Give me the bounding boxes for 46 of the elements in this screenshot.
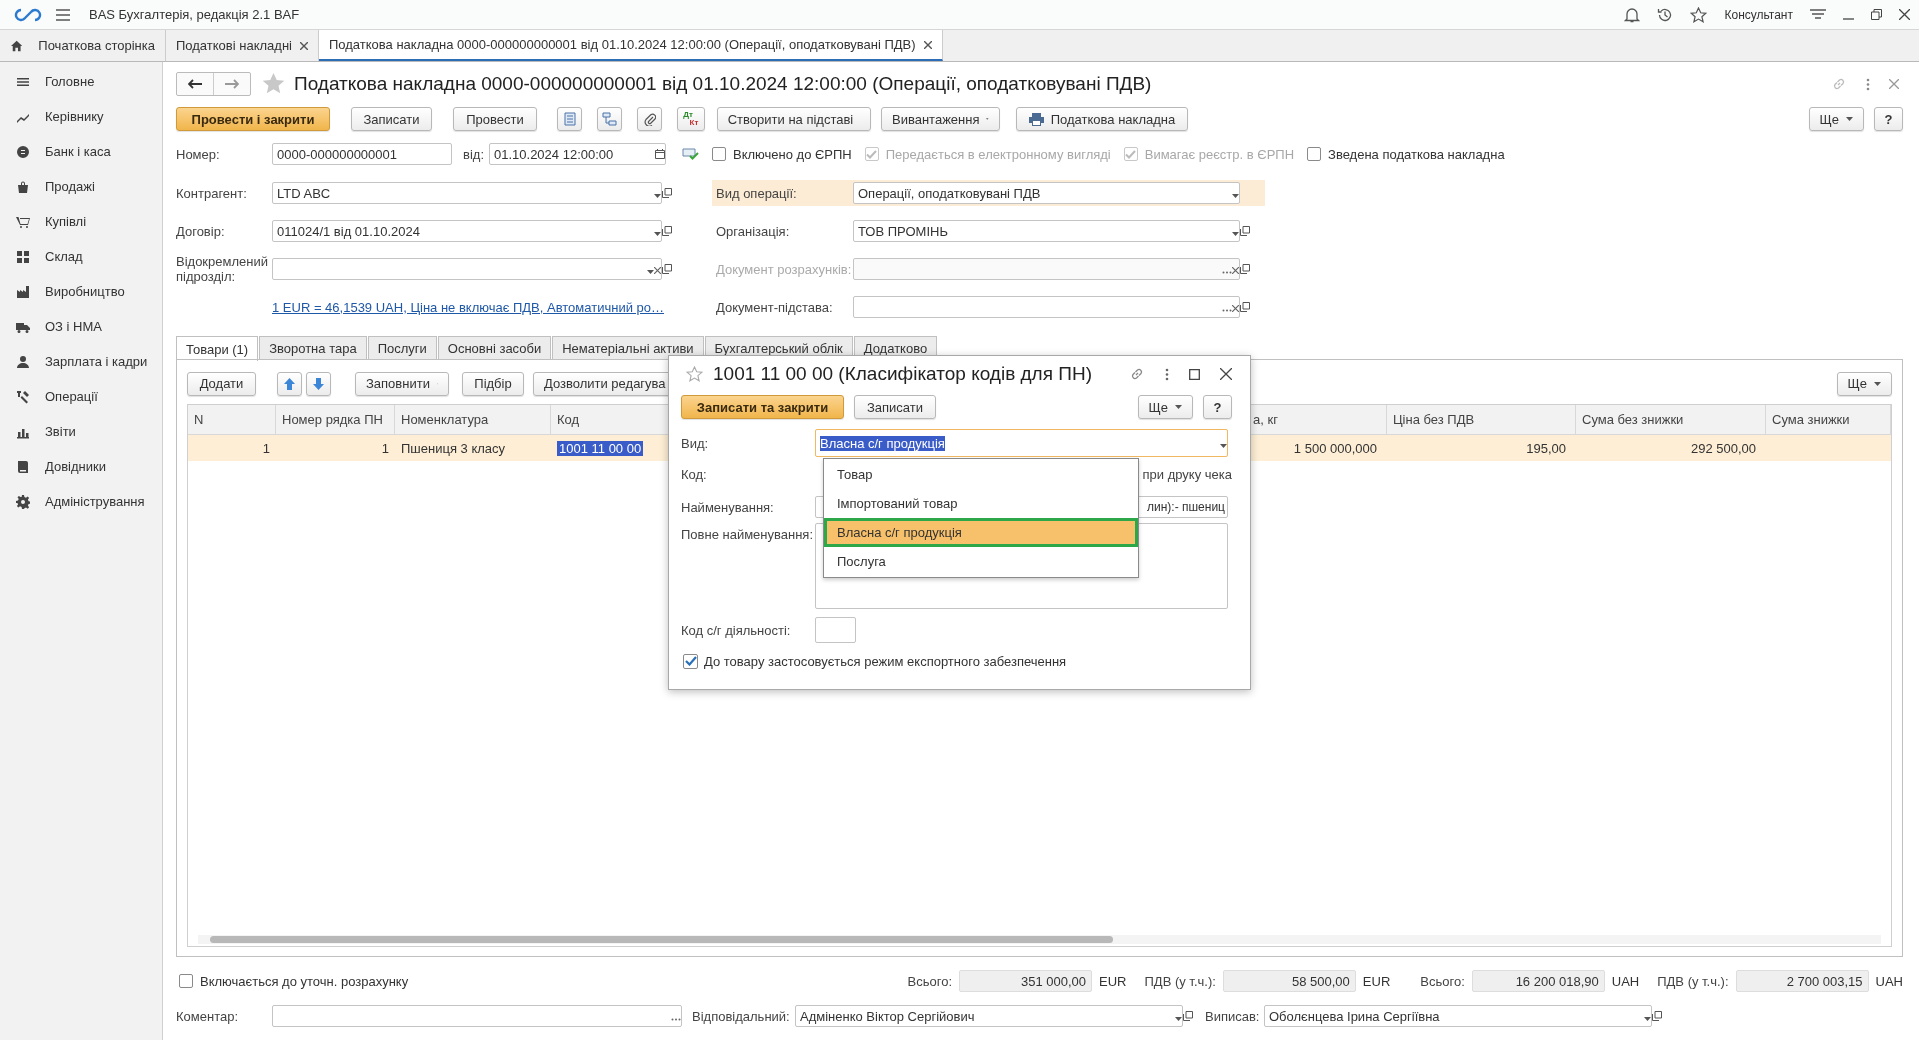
dialog-title: 1001 11 00 00 (Класифікатор кодів для ПН) bbox=[713, 363, 1092, 385]
table-cell: 1001 11 00 00 bbox=[557, 440, 644, 456]
field-label: Відповідальний: bbox=[692, 1008, 791, 1024]
table-cell: 292 500,00 bbox=[1690, 440, 1756, 456]
checkbox-label: Включається до уточн. розрахунку bbox=[200, 973, 409, 989]
table-cell: 1 500 000,000 bbox=[1293, 440, 1377, 456]
table-cell: 1 bbox=[262, 440, 270, 456]
total-label: ПДВ (у т.ч.): bbox=[1144, 973, 1216, 989]
field-label: Номер: bbox=[176, 146, 221, 162]
total-field: 2 700 003,15 bbox=[1735, 970, 1869, 992]
field-label: Повне найменування: bbox=[681, 526, 815, 542]
total-field: 351 000,00 bbox=[959, 970, 1093, 992]
total-label: Всього: bbox=[1420, 973, 1465, 989]
checkbox-label: Вимагає реєстр. в ЄРПН bbox=[1144, 146, 1295, 162]
currency-label: EUR bbox=[1099, 973, 1127, 989]
document-title: Податкова накладна 0000-000000000001 від 01.10.2024 12:00:00 (Операції, оподатковувані ПДВ) bbox=[294, 73, 1152, 95]
checkbox-label: До товару застосовується режим експортного забезпечення bbox=[704, 653, 1067, 669]
app-title: BAS Бухгалтерія, редакція 2.1 BAF bbox=[89, 7, 300, 22]
total-label: ПДВ (у т.ч.): bbox=[1657, 973, 1729, 989]
field-label: Документ-підстава: bbox=[715, 299, 834, 315]
currency-label: UAH bbox=[1611, 973, 1640, 989]
checkbox-label: Зведена податкова накладна bbox=[1328, 146, 1505, 162]
field-label: Вид операції: bbox=[715, 185, 798, 201]
field-label: Відокремлений підрозділ: bbox=[176, 254, 269, 284]
field-label: Найменування: bbox=[681, 499, 775, 515]
field-label: Контрагент: bbox=[176, 185, 248, 201]
field-label: Код: bbox=[681, 466, 708, 482]
field-label: Договір: bbox=[176, 223, 226, 239]
checkbox-label: Включено до ЄРПН bbox=[733, 146, 852, 162]
checkbox-label: Передається в електронному вигляді bbox=[885, 146, 1111, 162]
field-label: Коментар: bbox=[176, 1008, 240, 1024]
total-field: 16 200 018,90 bbox=[1471, 970, 1605, 992]
field-label: Код с/г діяльності: bbox=[681, 622, 792, 638]
currency-label: EUR bbox=[1362, 973, 1391, 989]
currency-label: UAH bbox=[1875, 973, 1903, 989]
field-label: Документ розрахунків: bbox=[715, 261, 853, 277]
total-label: Всього: bbox=[907, 973, 953, 989]
field-label: Виписав: bbox=[1205, 1008, 1261, 1024]
checkbox-label: при друку чека bbox=[1142, 466, 1232, 482]
table-cell: Пшениця 3 класу bbox=[401, 440, 506, 456]
table-cell: 1 bbox=[381, 440, 389, 456]
table-cell: 195,00 bbox=[1526, 440, 1566, 456]
field-label: від: bbox=[463, 146, 484, 162]
total-field: 58 500,00 bbox=[1222, 970, 1356, 992]
field-label: Вид: bbox=[681, 435, 710, 451]
field-label: Організація: bbox=[715, 223, 791, 239]
